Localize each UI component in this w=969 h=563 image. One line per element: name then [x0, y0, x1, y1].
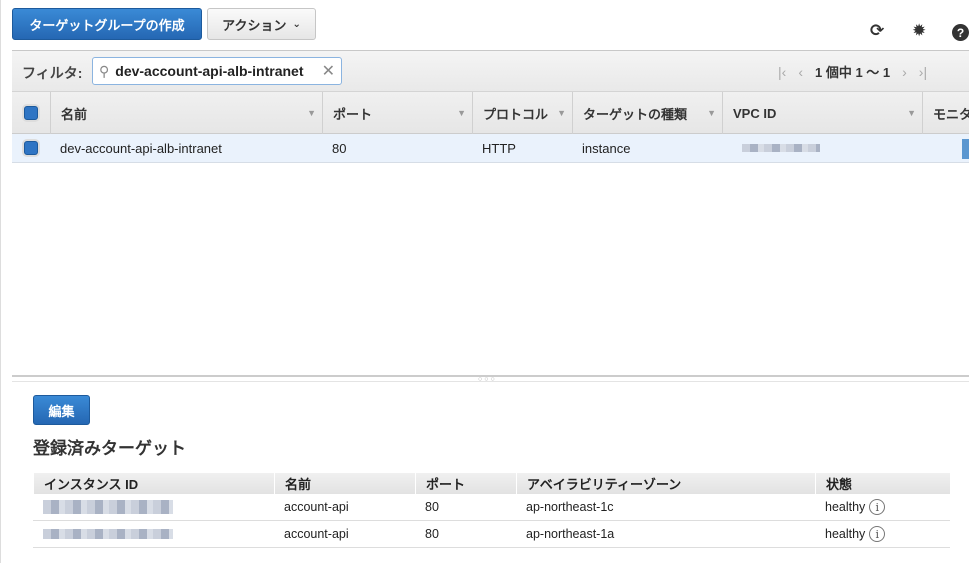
column-target-type[interactable]: ターゲットの種類 ▼	[572, 92, 722, 134]
sort-icon: ▼	[907, 108, 916, 118]
row-checkbox[interactable]	[24, 141, 38, 155]
sort-icon: ▼	[307, 108, 316, 118]
instance-id-blurred	[43, 529, 173, 539]
cell-protocol: HTTP	[482, 140, 516, 156]
prev-page-icon[interactable]: ‹	[798, 64, 803, 80]
table-header: 名前 ▼ ポート ▼ プロトコル ▼ ターゲットの種類 ▼ VPC ID ▼ モニタ	[12, 92, 969, 134]
column-name: 名前	[274, 473, 415, 494]
sort-icon: ▼	[557, 108, 566, 118]
table-row[interactable]: dev-account-api-alb-intranet 80 HTTP ins…	[12, 134, 969, 163]
select-all-checkbox[interactable]	[24, 106, 38, 120]
actions-label: アクション	[222, 17, 287, 33]
column-port: ポート	[415, 473, 516, 494]
table-row: account-api 80 ap-northeast-1a healthy i	[33, 521, 950, 548]
column-status: 状態	[815, 473, 950, 494]
cell-target-type: instance	[582, 140, 631, 156]
column-label: VPC ID	[733, 105, 777, 121]
column-monitor[interactable]: モニタ	[922, 92, 969, 134]
cell-name: dev-account-api-alb-intranet	[60, 140, 222, 156]
cell-name: account-api	[284, 500, 349, 514]
column-label: プロトコル	[483, 106, 549, 122]
info-icon[interactable]: i	[869, 499, 886, 515]
table-row: account-api 80 ap-northeast-1c healthy i	[33, 494, 950, 521]
monitor-indicator	[962, 139, 969, 159]
drag-handle-icon[interactable]: ○○○	[478, 376, 497, 383]
cell-port: 80	[332, 140, 347, 156]
registered-targets-heading: 登録済みターゲット	[33, 439, 186, 458]
create-target-group-button[interactable]: ターゲットグループの作成	[12, 8, 202, 40]
cell-status: healthy	[825, 527, 866, 541]
cell-zone: ap-northeast-1c	[526, 500, 614, 514]
refresh-icon[interactable]: ⟳	[870, 21, 884, 41]
first-page-icon[interactable]: |‹	[778, 64, 786, 80]
cell-zone: ap-northeast-1a	[526, 527, 615, 541]
sort-icon: ▼	[707, 108, 716, 118]
column-label: ポート	[333, 106, 373, 122]
column-label: ターゲットの種類	[583, 106, 688, 122]
column-instance-id: インスタンス ID	[33, 473, 274, 494]
column-label: モニタ	[933, 106, 969, 122]
info-icon[interactable]: i	[869, 526, 886, 542]
targets-table: インスタンス ID 名前 ポート アベイラビリティーゾーン 状態 account…	[33, 473, 950, 553]
cell-port: 80	[425, 527, 439, 541]
cell-port: 80	[425, 500, 439, 514]
column-vpc-id[interactable]: VPC ID ▼	[722, 92, 922, 134]
clear-icon[interactable]: ✕	[322, 61, 335, 81]
filter-input[interactable]: ⚲ dev-account-api-alb-intranet ✕	[92, 57, 342, 85]
last-page-icon[interactable]: ›|	[919, 64, 927, 80]
help-icon[interactable]: ?	[952, 24, 969, 41]
cell-status: healthy	[825, 500, 866, 514]
search-icon: ⚲	[99, 62, 110, 79]
column-zone: アベイラビリティーゾーン	[516, 473, 815, 494]
sort-icon: ▼	[457, 108, 466, 118]
chevron-down-icon: ⌄	[292, 18, 301, 30]
gear-icon[interactable]: ✹	[912, 21, 926, 41]
pagination-text: 1 個中 1 〜 1	[814, 65, 891, 80]
column-label: 名前	[61, 106, 88, 122]
instance-id-blurred	[43, 500, 173, 514]
filter-label: フィルタ:	[22, 65, 83, 81]
column-protocol[interactable]: プロトコル ▼	[472, 92, 572, 134]
cell-name: account-api	[284, 527, 349, 541]
column-port[interactable]: ポート ▼	[322, 92, 472, 134]
filter-value: dev-account-api-alb-intranet	[115, 63, 304, 79]
edit-button[interactable]: 編集	[33, 395, 90, 425]
left-border	[0, 0, 1, 563]
next-page-icon[interactable]: ›	[902, 64, 907, 80]
cell-vpc-id-blurred	[742, 144, 820, 152]
column-name[interactable]: 名前 ▼	[50, 92, 322, 134]
actions-button[interactable]: アクション ⌄	[207, 8, 316, 40]
